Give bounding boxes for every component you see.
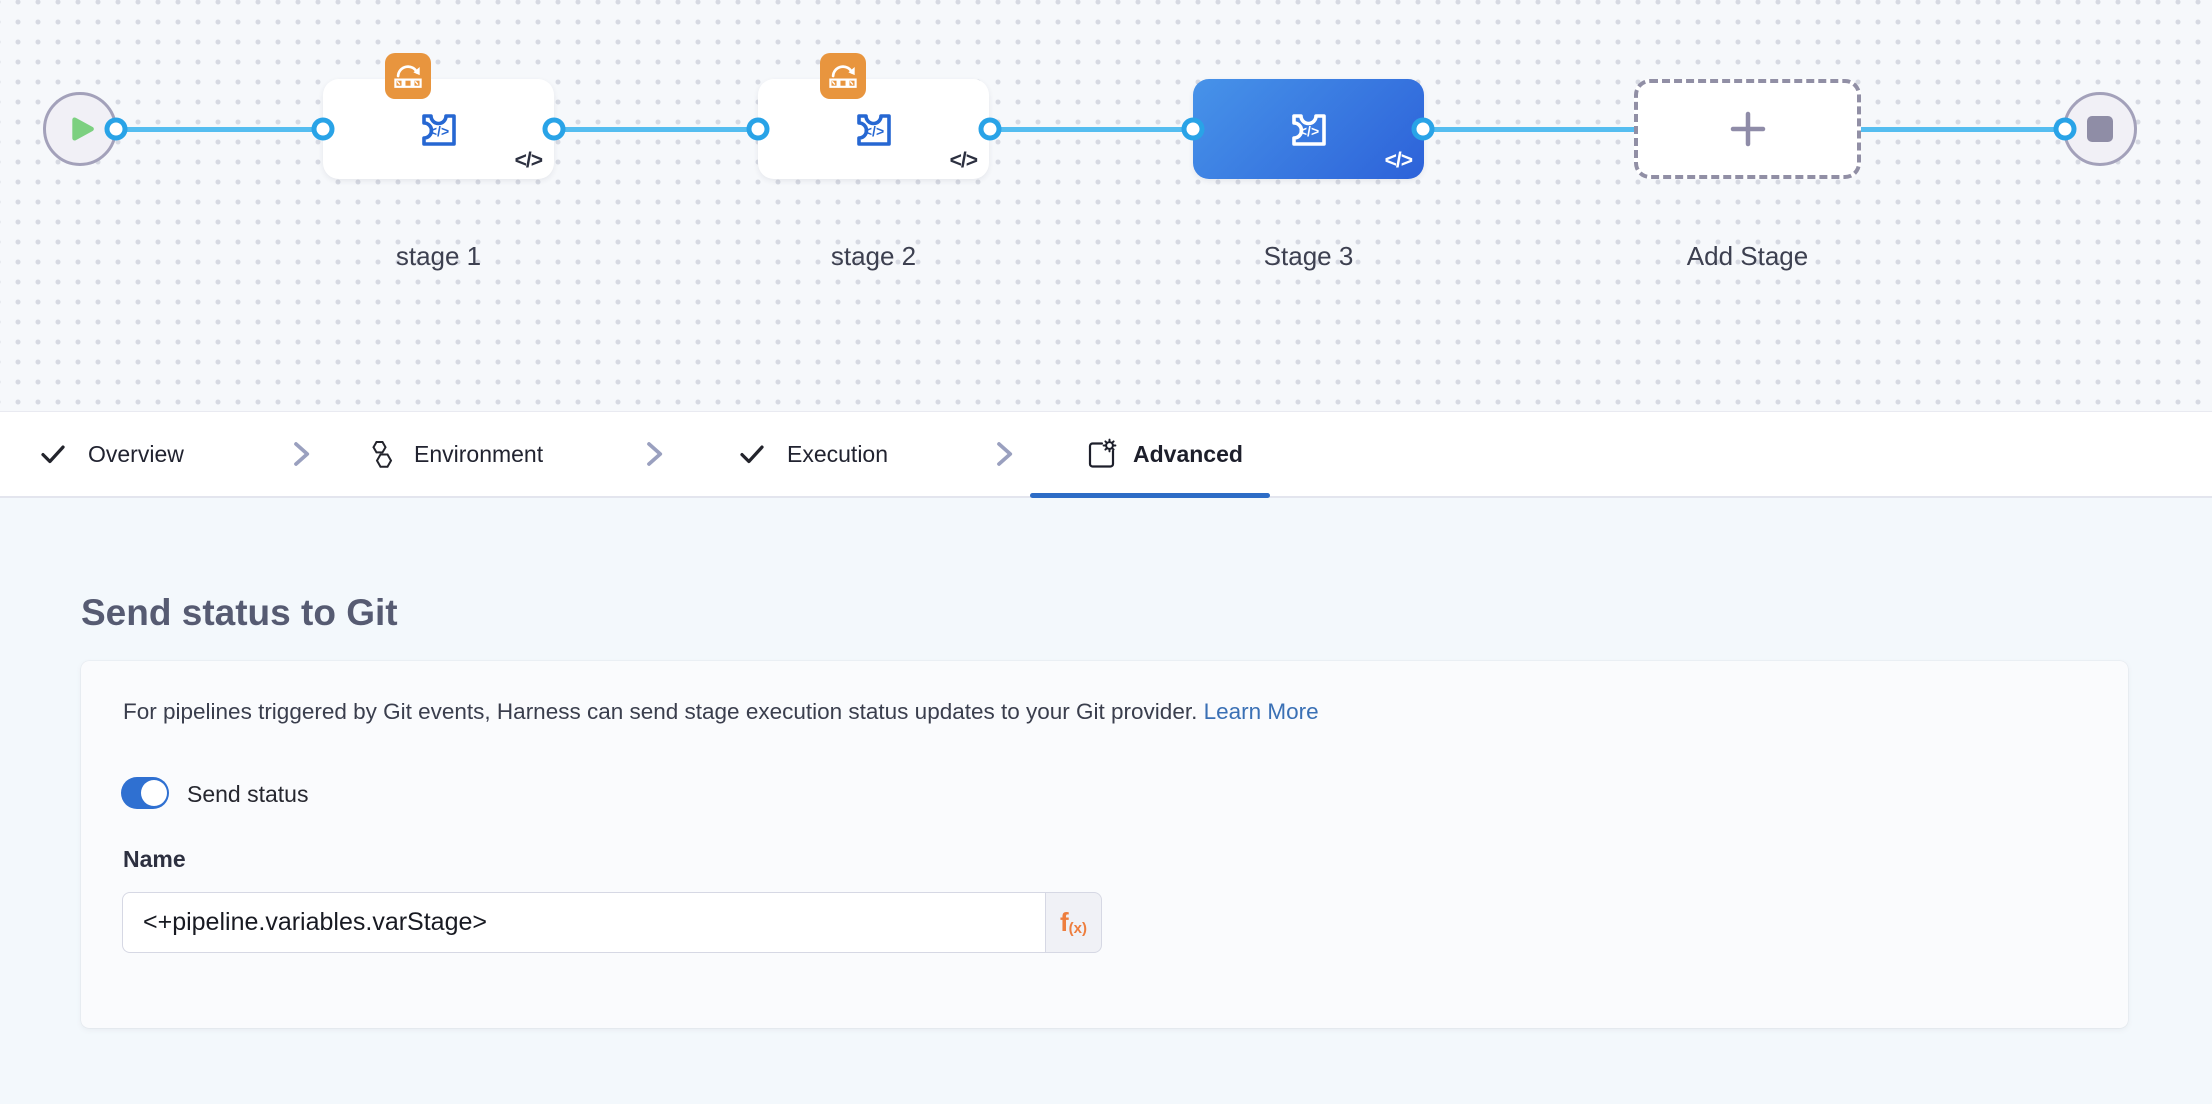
send-status-panel: For pipelines triggered by Git events, H… [81, 661, 2128, 1028]
rolling-deployment-badge-icon [385, 53, 431, 99]
tab-execution-label: Execution [787, 441, 888, 468]
stage-card-3-selected[interactable]: </> </> [1193, 79, 1424, 179]
stage-label: Add Stage [1634, 241, 1861, 272]
custom-stage-icon: </> [413, 103, 465, 155]
panel-description: For pipelines triggered by Git events, H… [123, 699, 1319, 725]
description-text: For pipelines triggered by Git events, H… [123, 699, 1197, 724]
yaml-code-icon: </> [515, 149, 542, 173]
custom-stage-icon: </> [1283, 103, 1335, 155]
yaml-code-icon: </> [1385, 149, 1412, 173]
stage-label: Stage 3 [1193, 241, 1424, 272]
send-status-toggle[interactable] [121, 777, 169, 809]
check-icon [737, 439, 767, 469]
port-end-in[interactable] [2054, 118, 2077, 141]
tab-overview-label: Overview [88, 441, 184, 468]
stage-config-tabbar: Overview Environment Execution [0, 411, 2212, 498]
name-field-label: Name [123, 846, 186, 873]
port-stage2-out[interactable] [979, 118, 1002, 141]
panel-gear-icon [1085, 438, 1117, 470]
port-stage1-out[interactable] [543, 118, 566, 141]
port-stage3-in[interactable] [1182, 118, 1205, 141]
tab-advanced-label: Advanced [1133, 441, 1243, 468]
play-icon [60, 109, 100, 149]
svg-text:</>: </> [1298, 123, 1318, 139]
add-stage-button[interactable] [1634, 79, 1861, 179]
svg-text:</>: </> [428, 123, 448, 139]
fx-icon: f [1060, 907, 1069, 938]
chevron-right-icon [641, 439, 667, 469]
port-stage2-in[interactable] [747, 118, 770, 141]
tab-environment[interactable]: Environment [366, 438, 543, 470]
active-tab-indicator [1030, 493, 1270, 498]
name-input[interactable] [122, 892, 1045, 953]
port-stage3-out[interactable] [1412, 118, 1435, 141]
svg-text:</>: </> [863, 123, 883, 139]
plus-icon [1725, 106, 1771, 152]
stage-label: stage 1 [323, 241, 554, 272]
hexagons-icon [366, 438, 398, 470]
yaml-code-icon: </> [950, 149, 977, 173]
expression-fx-button[interactable]: f(x) [1045, 892, 1102, 953]
tab-advanced[interactable]: Advanced [1085, 438, 1243, 470]
custom-stage-icon: </> [848, 103, 900, 155]
stop-icon [2087, 116, 2113, 142]
rolling-deployment-badge-icon [820, 53, 866, 99]
tab-overview[interactable]: Overview [38, 439, 184, 469]
stage-card-1[interactable]: </> </> [323, 79, 554, 179]
port-start-out[interactable] [105, 118, 128, 141]
tab-environment-label: Environment [414, 441, 543, 468]
toggle-knob [141, 780, 167, 806]
chevron-right-icon [288, 439, 314, 469]
name-input-row: f(x) [122, 892, 1102, 953]
stage-card-2[interactable]: </> </> [758, 79, 989, 179]
learn-more-link[interactable]: Learn More [1204, 699, 1319, 724]
port-stage1-in[interactable] [312, 118, 335, 141]
tab-execution[interactable]: Execution [737, 439, 888, 469]
section-title: Send status to Git [81, 592, 398, 634]
pipeline-canvas: </> </> </> </> [0, 0, 2212, 411]
check-icon [38, 439, 68, 469]
stage-label: stage 2 [758, 241, 989, 272]
chevron-right-icon [991, 439, 1017, 469]
send-status-label: Send status [187, 781, 308, 808]
